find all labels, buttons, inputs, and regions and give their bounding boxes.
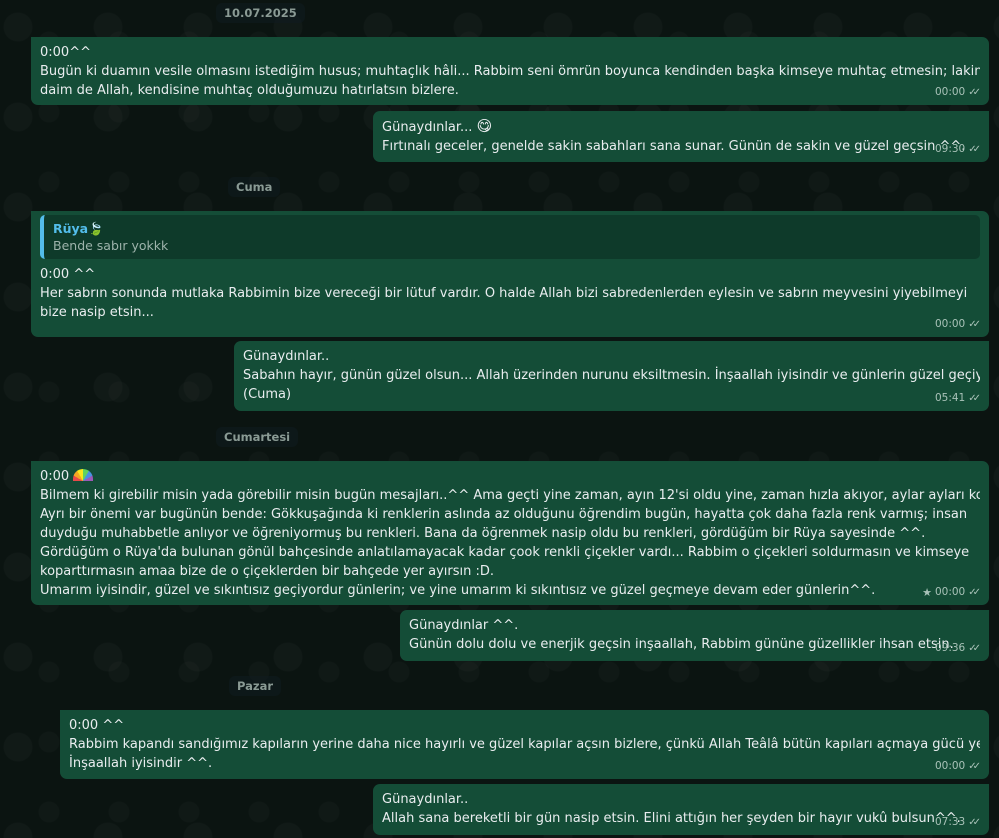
- message-text: Rabbim kapandı sandığımız kapıların yeri…: [69, 737, 980, 752]
- message-meta: 05:41 ✓✓: [935, 389, 981, 408]
- message-text: Günaydınlar..: [243, 349, 330, 364]
- read-receipt-icon: ✓✓: [968, 144, 981, 155]
- message-time: 00:00: [934, 760, 966, 772]
- emoji-icon: 😋: [476, 117, 493, 135]
- message-bubble[interactable]: Günaydınlar ^^. Günün dolu dolu ve enerj…: [400, 610, 989, 661]
- message-meta: 00:00 ✓✓: [935, 757, 981, 776]
- message-text: 0:00 ^^: [40, 267, 96, 282]
- read-receipt-icon: ✓✓: [968, 393, 981, 404]
- message-text: Sabahın hayır, günün güzel olsun... Alla…: [243, 368, 980, 383]
- message-text: 0:00 ^^: [69, 718, 125, 733]
- message-text: 0:00^^: [40, 45, 91, 60]
- quoted-message[interactable]: Rüya🍃 Bende sabır yokkk: [40, 215, 980, 259]
- quoted-text: Bende sabır yokkk: [53, 238, 169, 253]
- message-text: Günün dolu dolu ve enerjik geçsin inşaal…: [409, 637, 954, 652]
- message-time: 00:00: [934, 318, 966, 330]
- message-meta: 00:00 ✓✓: [935, 315, 981, 334]
- message-text: Allah sana bereketli bir gün nasip etsin…: [382, 811, 961, 826]
- message-bubble[interactable]: 0:00^^ Bugün ki duamın vesile olmasını i…: [31, 37, 989, 105]
- message-time: 09:30: [934, 143, 966, 155]
- read-receipt-icon: ✓✓: [968, 87, 981, 98]
- message-text: Umarım iyisindir, güzel ve sıkıntısız ge…: [40, 583, 876, 598]
- message-text: koparttırmasın amaa bize de o çiçeklerde…: [40, 564, 495, 579]
- message-text: İnşaallah iyisindir ^^.: [69, 756, 213, 771]
- quoted-author: Rüya🍃: [53, 221, 104, 236]
- message-time: 09:36: [934, 642, 966, 654]
- message-bubble[interactable]: Günaydınlar.. Allah sana bereketli bir g…: [373, 784, 989, 835]
- message-text: Günaydınlar... 😋: [382, 117, 493, 135]
- message-text: Her sabrın sonunda mutlaka Rabbimin bize…: [40, 286, 968, 301]
- message-text: Ayrı bir önemi var bugünün bende: Gökkuş…: [40, 507, 968, 522]
- message-text: bize nasip etsin...: [40, 305, 154, 320]
- message-time: 07:33: [934, 816, 966, 828]
- date-divider: 10.07.2025: [216, 3, 305, 23]
- message-text: duyduğu muhabbetle anlıyor ve öğreniyorm…: [40, 526, 926, 541]
- message-meta: ★ 00:00 ✓✓: [922, 583, 981, 602]
- message-text: Gördüğüm o Rüya'da bulunan gönül bahçesi…: [40, 545, 970, 560]
- message-text: Bugün ki duamın vesile olmasını istediği…: [40, 64, 980, 79]
- message-bubble[interactable]: Günaydınlar.. Sabahın hayır, günün güzel…: [234, 341, 989, 411]
- message-bubble[interactable]: 0:00 ^^ Rabbim kapandı sandığımız kapıla…: [60, 710, 989, 779]
- message-meta: 09:30 ✓✓: [935, 140, 981, 159]
- message-text: Günaydınlar..: [382, 792, 469, 807]
- read-receipt-icon: ✓✓: [968, 319, 981, 330]
- read-receipt-icon: ✓✓: [968, 587, 981, 598]
- date-divider: Pazar: [229, 676, 282, 696]
- message-text: Günaydınlar ^^.: [409, 618, 519, 633]
- message-bubble[interactable]: Günaydınlar... 😋 Fırtınalı geceler, gene…: [373, 111, 989, 162]
- message-time: 00:00: [934, 86, 966, 98]
- rainbow-icon: [73, 469, 94, 481]
- message-time: 00:00: [934, 586, 966, 598]
- message-text: (Cuma): [243, 387, 292, 402]
- leaf-icon: 🍃: [88, 221, 104, 236]
- message-bubble[interactable]: 0:00 Bilmem ki girebilir misin yada göre…: [31, 461, 989, 605]
- read-receipt-icon: ✓✓: [968, 817, 981, 828]
- message-bubble[interactable]: Rüya🍃 Bende sabır yokkk 0:00 ^^ Her sabr…: [31, 211, 989, 337]
- message-meta: 07:33 ✓✓: [935, 813, 981, 832]
- message-time: 05:41: [934, 392, 966, 404]
- star-icon: ★: [922, 586, 932, 599]
- date-divider: Cuma: [228, 177, 281, 197]
- message-meta: 00:00 ✓✓: [935, 83, 981, 102]
- message-text: Bilmem ki girebilir misin yada görebilir…: [40, 488, 980, 503]
- message-text: 0:00: [40, 467, 980, 486]
- message-text: daim de Allah, kendisine muhtaç olduğumu…: [40, 83, 459, 98]
- read-receipt-icon: ✓✓: [968, 761, 981, 772]
- date-divider: Cumartesi: [216, 427, 299, 447]
- read-receipt-icon: ✓✓: [968, 643, 981, 654]
- message-meta: 09:36 ✓✓: [935, 639, 981, 658]
- message-text: Fırtınalı geceler, genelde sakin sabahla…: [382, 139, 966, 154]
